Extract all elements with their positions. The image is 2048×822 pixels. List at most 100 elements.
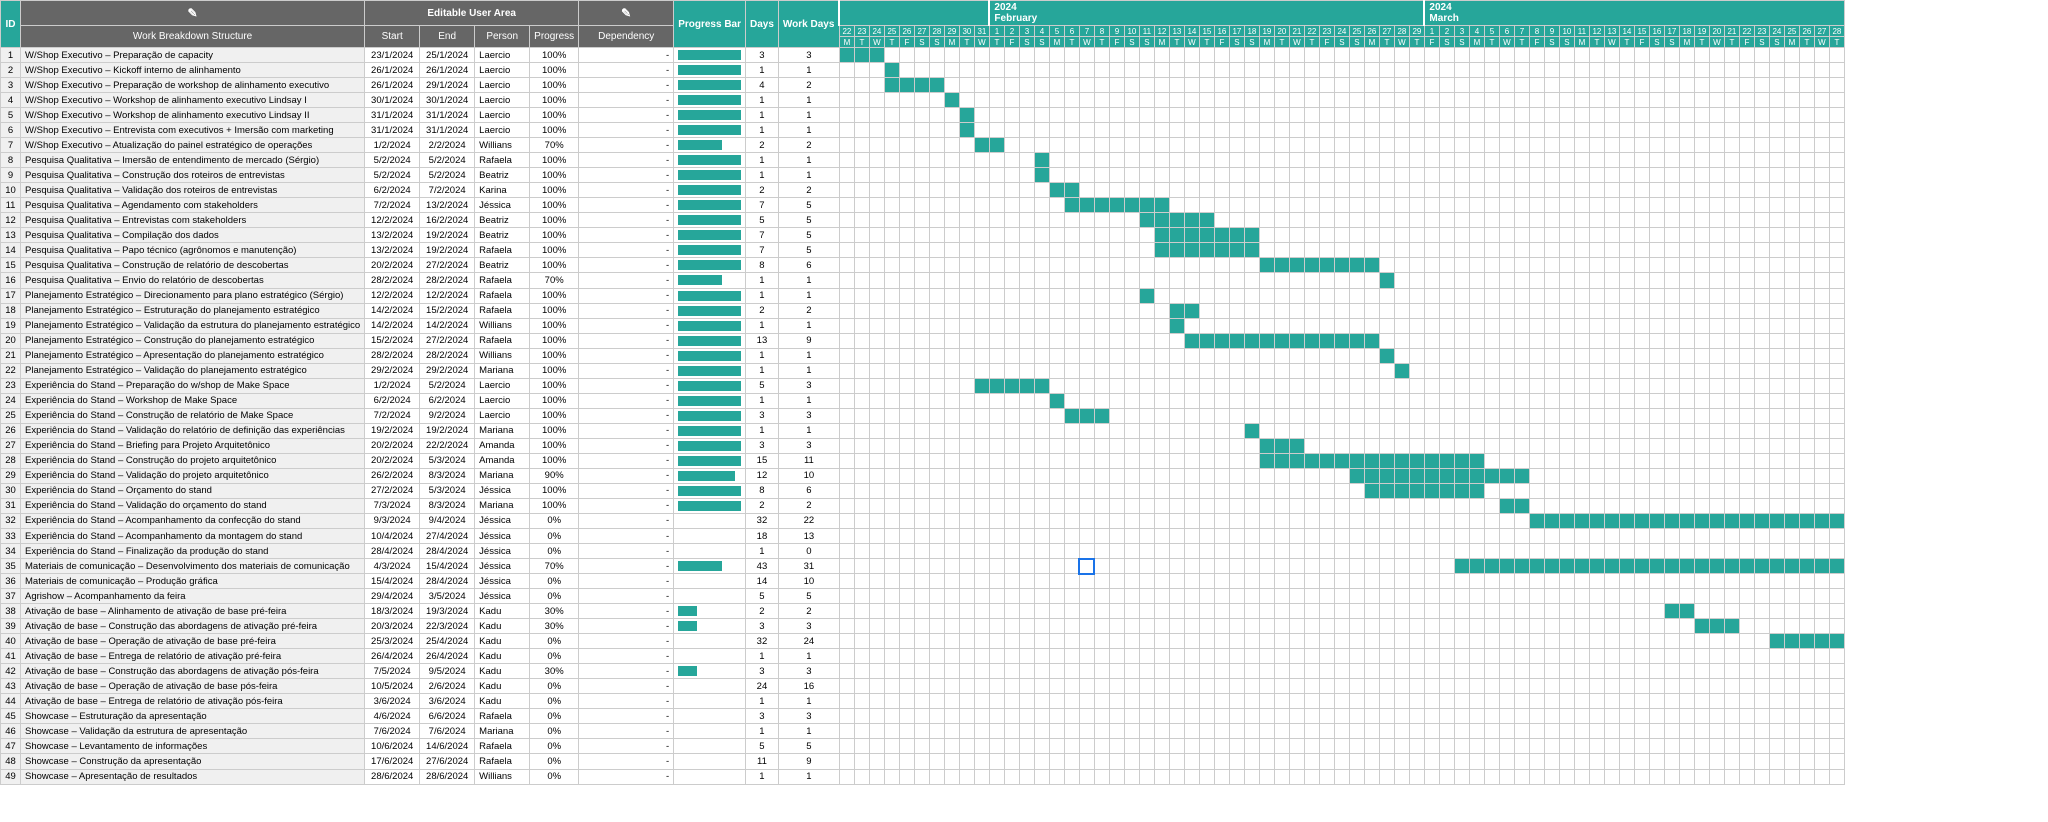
- cell-days[interactable]: 1: [746, 423, 779, 438]
- gantt-cell[interactable]: [1184, 739, 1199, 754]
- gantt-cell[interactable]: [959, 498, 974, 513]
- gantt-cell[interactable]: [1769, 513, 1784, 528]
- gantt-cell[interactable]: [899, 78, 914, 93]
- gantt-cell[interactable]: [854, 769, 869, 785]
- gantt-cell[interactable]: [1319, 589, 1334, 604]
- gantt-cell[interactable]: [1244, 724, 1259, 739]
- gantt-cell[interactable]: [839, 679, 854, 694]
- gantt-cell[interactable]: [1094, 393, 1109, 408]
- gantt-cell[interactable]: [914, 258, 929, 273]
- gantt-cell[interactable]: [1319, 438, 1334, 453]
- gantt-cell[interactable]: [1424, 559, 1439, 574]
- gantt-cell[interactable]: [1409, 498, 1424, 513]
- gantt-cell[interactable]: [1364, 168, 1379, 183]
- gantt-cell[interactable]: [1349, 544, 1364, 559]
- gantt-cell[interactable]: [1484, 453, 1499, 468]
- gantt-cell[interactable]: [1049, 769, 1064, 785]
- gantt-cell[interactable]: [1529, 303, 1544, 318]
- gantt-cell[interactable]: [1439, 679, 1454, 694]
- gantt-cell[interactable]: [1199, 589, 1214, 604]
- gantt-cell[interactable]: [1709, 453, 1724, 468]
- gantt-cell[interactable]: [1154, 634, 1169, 649]
- gantt-cell[interactable]: [1814, 529, 1829, 544]
- gantt-cell[interactable]: [974, 153, 989, 168]
- cell-progress[interactable]: 100%: [530, 453, 579, 468]
- gantt-cell[interactable]: [839, 288, 854, 303]
- gantt-cell[interactable]: [1514, 243, 1529, 258]
- gantt-cell[interactable]: [854, 288, 869, 303]
- gantt-cell[interactable]: [1619, 619, 1634, 634]
- gantt-cell[interactable]: [1739, 243, 1754, 258]
- gantt-cell[interactable]: [1334, 393, 1349, 408]
- gantt-cell[interactable]: [1649, 198, 1664, 213]
- gantt-cell[interactable]: [899, 513, 914, 528]
- gantt-cell[interactable]: [1709, 78, 1724, 93]
- gantt-cell[interactable]: [1739, 679, 1754, 694]
- gantt-cell[interactable]: [1604, 213, 1619, 228]
- gantt-cell[interactable]: [1169, 123, 1184, 138]
- gantt-cell[interactable]: [1739, 318, 1754, 333]
- gantt-cell[interactable]: [1829, 694, 1844, 709]
- gantt-cell[interactable]: [1364, 634, 1379, 649]
- gantt-cell[interactable]: [1589, 664, 1604, 679]
- gantt-cell[interactable]: [839, 183, 854, 198]
- gantt-cell[interactable]: [1739, 213, 1754, 228]
- cell-person[interactable]: Jéssica: [475, 559, 530, 574]
- gantt-cell[interactable]: [1064, 153, 1079, 168]
- gantt-cell[interactable]: [929, 363, 944, 378]
- gantt-cell[interactable]: [1004, 694, 1019, 709]
- gantt-cell[interactable]: [1724, 559, 1739, 574]
- gantt-cell[interactable]: [959, 468, 974, 483]
- gantt-cell[interactable]: [1049, 108, 1064, 123]
- cell-id[interactable]: 38: [1, 604, 21, 619]
- gantt-cell[interactable]: [884, 559, 899, 574]
- gantt-cell[interactable]: [1049, 559, 1064, 574]
- gantt-cell[interactable]: [1349, 574, 1364, 589]
- gantt-cell[interactable]: [1829, 243, 1844, 258]
- gantt-cell[interactable]: [854, 138, 869, 153]
- gantt-cell[interactable]: [1784, 679, 1799, 694]
- gantt-cell[interactable]: [944, 423, 959, 438]
- cell-end[interactable]: 25/4/2024: [420, 634, 475, 649]
- gantt-cell[interactable]: [944, 273, 959, 288]
- gantt-cell[interactable]: [1049, 529, 1064, 544]
- gantt-cell[interactable]: [1034, 138, 1049, 153]
- gantt-cell[interactable]: [1184, 288, 1199, 303]
- gantt-cell[interactable]: [1169, 438, 1184, 453]
- gantt-cell[interactable]: [1094, 138, 1109, 153]
- gantt-cell[interactable]: [1679, 544, 1694, 559]
- gantt-cell[interactable]: [1019, 574, 1034, 589]
- gantt-cell[interactable]: [1409, 438, 1424, 453]
- gantt-cell[interactable]: [1229, 664, 1244, 679]
- gantt-cell[interactable]: [1484, 378, 1499, 393]
- gantt-cell[interactable]: [1439, 589, 1454, 604]
- gantt-cell[interactable]: [869, 664, 884, 679]
- gantt-cell[interactable]: [1139, 604, 1154, 619]
- gantt-cell[interactable]: [1784, 48, 1799, 63]
- gantt-cell[interactable]: [1799, 153, 1814, 168]
- gantt-cell[interactable]: [989, 574, 1004, 589]
- cell-dependency[interactable]: -: [579, 378, 674, 393]
- gantt-cell[interactable]: [1049, 78, 1064, 93]
- gantt-cell[interactable]: [1619, 288, 1634, 303]
- gantt-cell[interactable]: [1289, 513, 1304, 528]
- gantt-cell[interactable]: [989, 303, 1004, 318]
- gantt-cell[interactable]: [1649, 709, 1664, 724]
- gantt-cell[interactable]: [1439, 63, 1454, 78]
- gantt-cell[interactable]: [1439, 619, 1454, 634]
- cell-person[interactable]: Rafaela: [475, 243, 530, 258]
- gantt-cell[interactable]: [1664, 363, 1679, 378]
- gantt-cell[interactable]: [1439, 348, 1454, 363]
- gantt-cell[interactable]: [1229, 544, 1244, 559]
- cell-dependency[interactable]: -: [579, 604, 674, 619]
- cell-start[interactable]: 7/6/2024: [365, 724, 420, 739]
- gantt-cell[interactable]: [1394, 213, 1409, 228]
- gantt-cell[interactable]: [1169, 108, 1184, 123]
- gantt-cell[interactable]: [1589, 168, 1604, 183]
- gantt-cell[interactable]: [1349, 589, 1364, 604]
- gantt-cell[interactable]: [1409, 468, 1424, 483]
- gantt-cell[interactable]: [1199, 258, 1214, 273]
- gantt-cell[interactable]: [1544, 739, 1559, 754]
- cell-wbs[interactable]: Planejamento Estratégico – Apresentação …: [21, 348, 365, 363]
- table-row[interactable]: 32Experiência do Stand – Acompanhamento …: [1, 513, 1845, 528]
